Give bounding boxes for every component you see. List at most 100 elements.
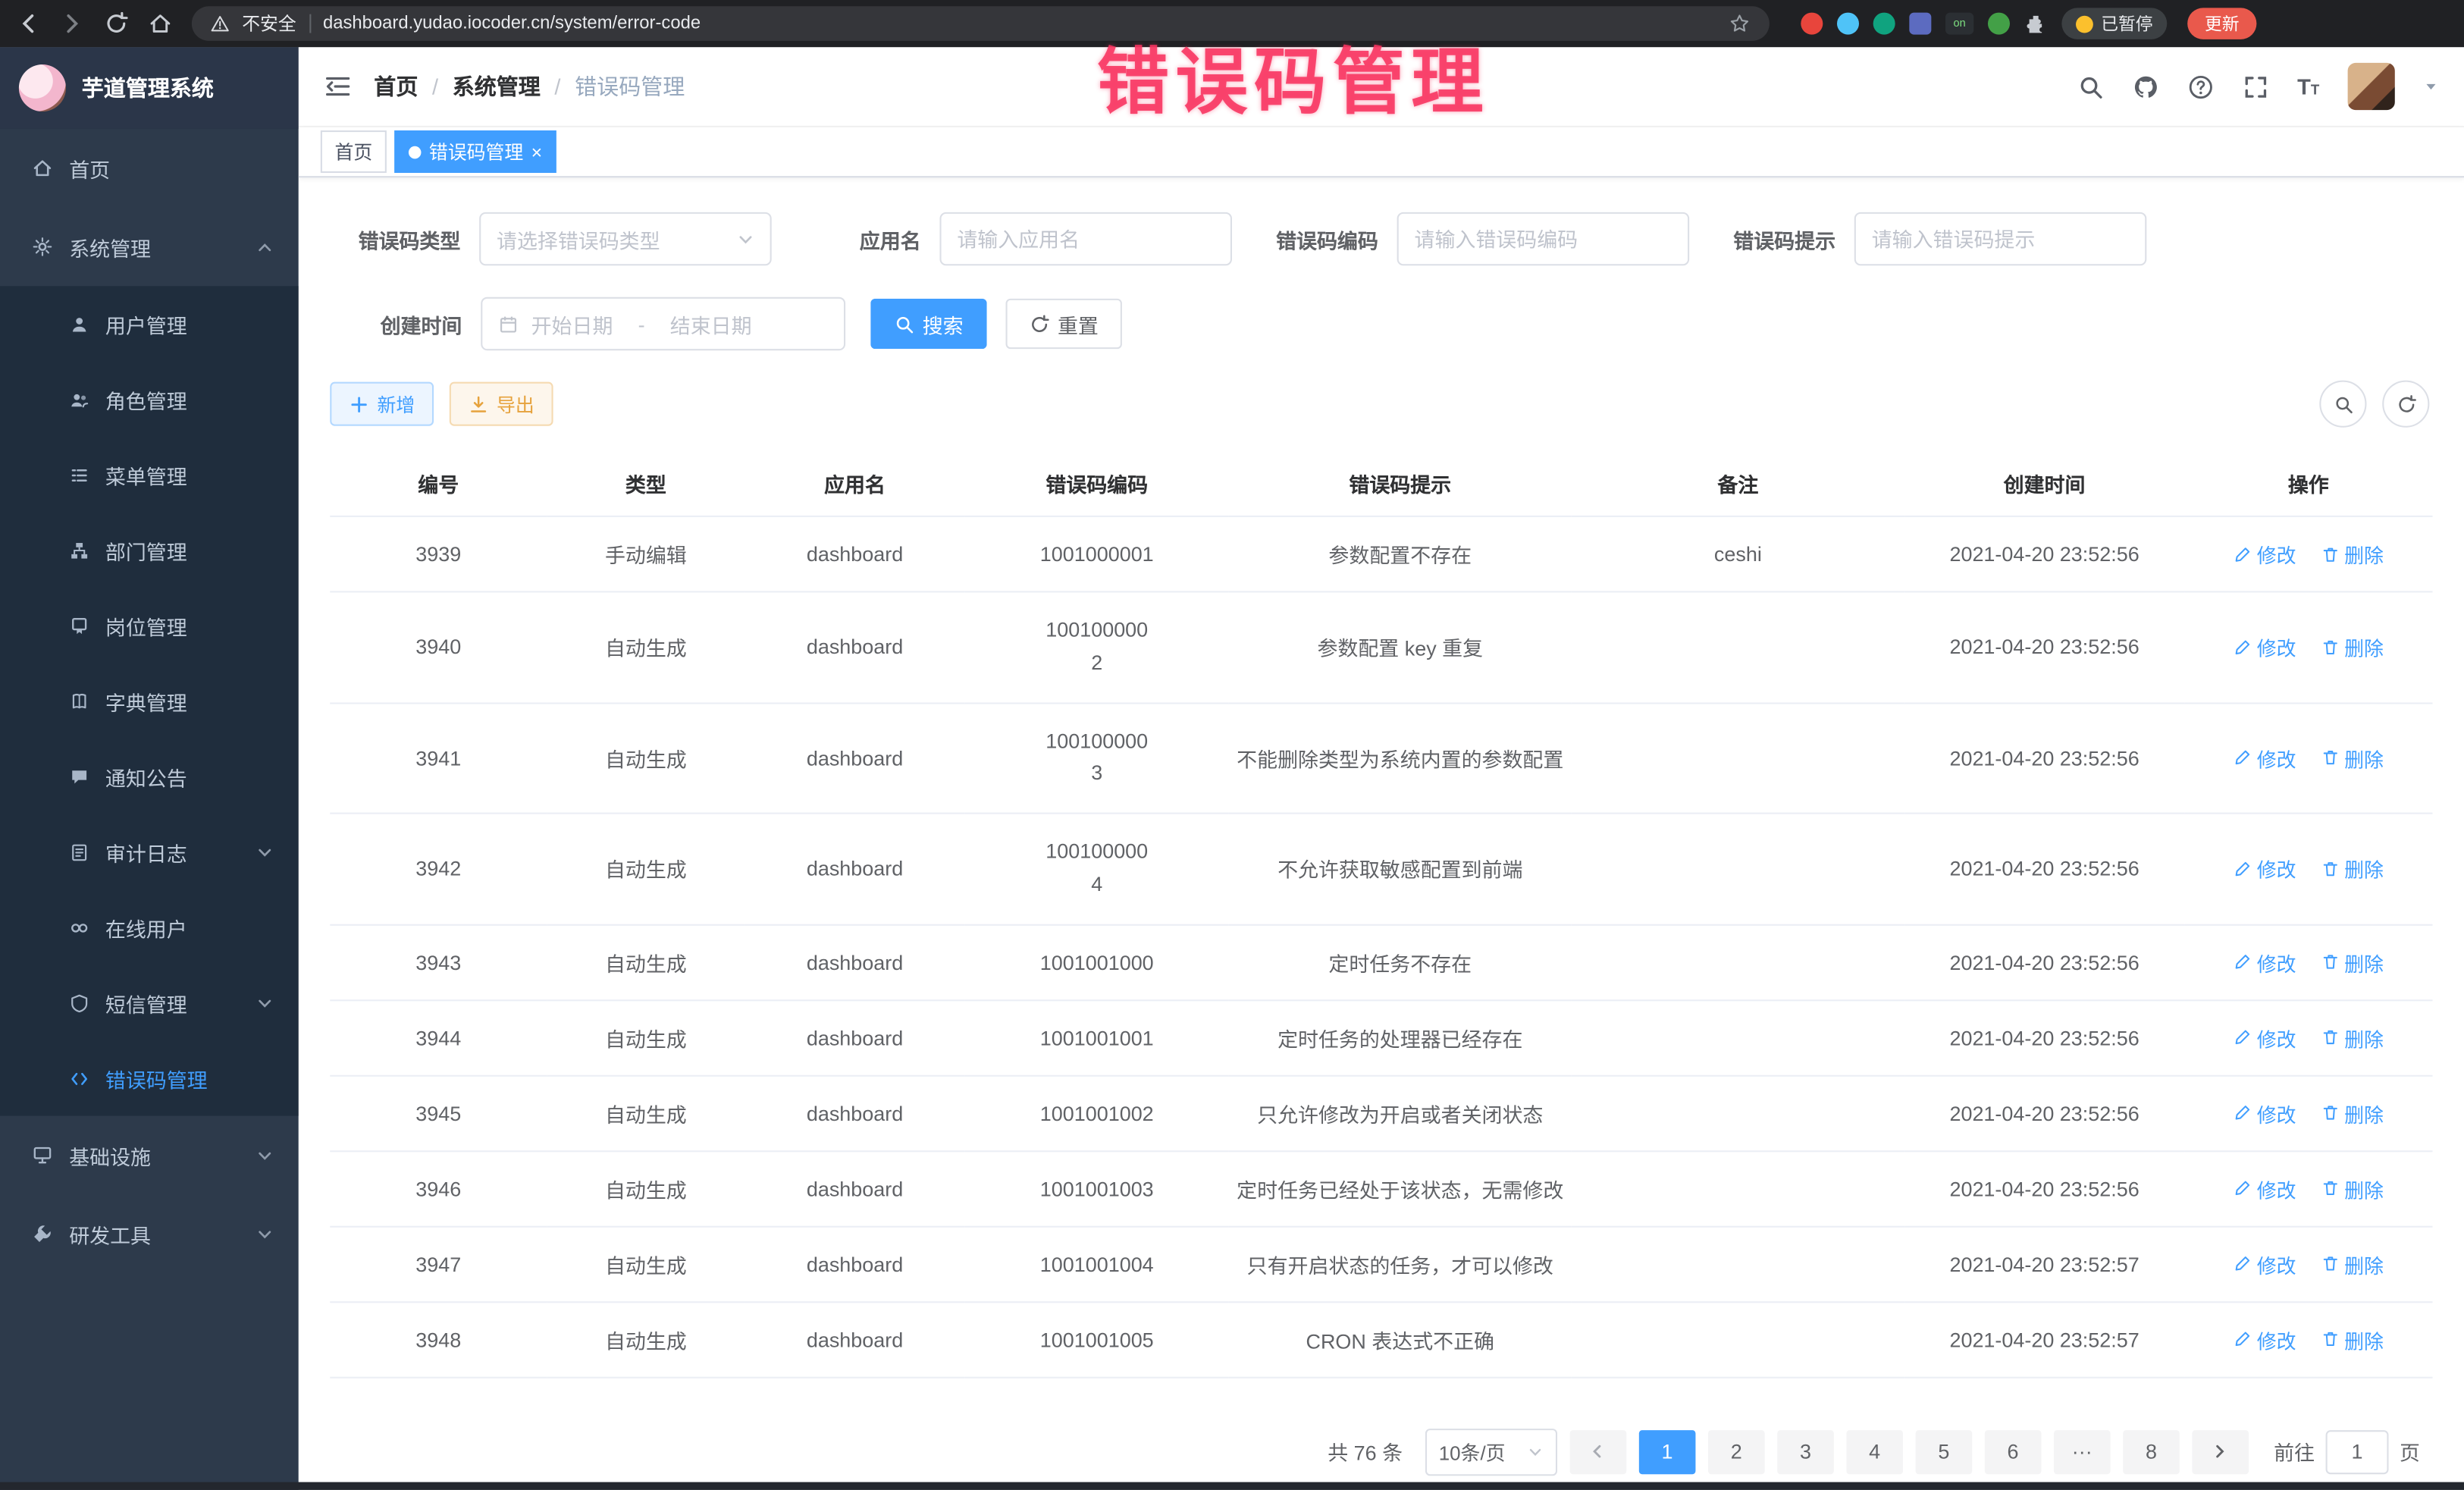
breadcrumb-home[interactable]: 首页 xyxy=(374,71,418,102)
extension-icon-blue[interactable] xyxy=(1837,13,1859,35)
next-page-button[interactable] xyxy=(2192,1430,2249,1474)
tab-error-code[interactable]: 错误码管理 × xyxy=(394,130,556,173)
cell-code: 1001001003 xyxy=(965,1151,1229,1226)
user-avatar[interactable] xyxy=(2348,63,2395,110)
extension-icon-red[interactable] xyxy=(1801,13,1823,35)
delete-button[interactable]: 删除 xyxy=(2321,1098,2384,1128)
toggle-search-button[interactable] xyxy=(2319,381,2366,428)
delete-button[interactable]: 删除 xyxy=(2321,947,2384,977)
cell-id: 3944 xyxy=(330,1000,547,1075)
edit-button[interactable]: 修改 xyxy=(2234,1325,2296,1354)
extensions-puzzle-icon[interactable] xyxy=(2024,12,2048,36)
delete-button[interactable]: 删除 xyxy=(2321,1325,2384,1354)
reset-button[interactable]: 重置 xyxy=(1006,299,1122,349)
sidebar-item-role-mgmt[interactable]: 角色管理 xyxy=(0,362,299,437)
sidebar-item-home[interactable]: 首页 xyxy=(0,129,299,208)
extension-icon-leaf[interactable] xyxy=(1988,13,2010,35)
edit-button[interactable]: 修改 xyxy=(2234,1174,2296,1203)
sidebar-logo[interactable]: 芋道管理系统 xyxy=(0,47,299,129)
avatar-caret-icon[interactable] xyxy=(2423,79,2439,95)
edit-button[interactable]: 修改 xyxy=(2234,539,2296,569)
page-ellipsis[interactable]: ··· xyxy=(2054,1430,2111,1474)
font-size-icon[interactable]: TT xyxy=(2297,75,2319,97)
range-separator: - xyxy=(638,312,645,335)
cell-type: 手动编辑 xyxy=(547,516,745,591)
help-icon[interactable] xyxy=(2187,73,2214,99)
address-bar[interactable]: 不安全 dashboard.yudao.iocoder.cn/system/er… xyxy=(192,6,1770,41)
page-button-2[interactable]: 2 xyxy=(1708,1430,1765,1474)
tab-home[interactable]: 首页 xyxy=(321,130,387,173)
edit-button[interactable]: 修改 xyxy=(2234,1023,2296,1052)
page-button-1[interactable]: 1 xyxy=(1639,1430,1696,1474)
sidebar-item-user-mgmt[interactable]: 用户管理 xyxy=(0,286,299,361)
sidebar-item-dict-mgmt[interactable]: 字典管理 xyxy=(0,663,299,739)
goto-page-input[interactable] xyxy=(2326,1430,2389,1474)
sidebar-item-menu-mgmt[interactable]: 菜单管理 xyxy=(0,437,299,512)
sidebar-item-dept-mgmt[interactable]: 部门管理 xyxy=(0,513,299,588)
sidebar-item-devtools[interactable]: 研发工具 xyxy=(0,1194,299,1273)
table-row: 3945 自动生成 dashboard 1001001002 只允许修改为开启或… xyxy=(330,1075,2432,1150)
cell-code: 1001001002 xyxy=(965,1075,1229,1150)
breadcrumb-system[interactable]: 系统管理 xyxy=(453,71,541,102)
error-type-select[interactable]: 请选择错误码类型 xyxy=(479,212,772,265)
prev-page-button[interactable] xyxy=(1570,1430,1627,1474)
create-time-range-picker[interactable]: 开始日期 - 结束日期 xyxy=(481,297,845,350)
tab-close-icon[interactable]: × xyxy=(531,143,543,162)
delete-button[interactable]: 删除 xyxy=(2321,1249,2384,1278)
page-button-5[interactable]: 5 xyxy=(1916,1430,1973,1474)
page-button-6[interactable]: 6 xyxy=(1985,1430,2042,1474)
bookmark-star-icon[interactable] xyxy=(1729,13,1751,35)
cell-id: 3943 xyxy=(330,924,547,999)
delete-button[interactable]: 删除 xyxy=(2321,1023,2384,1052)
refresh-table-button[interactable] xyxy=(2382,381,2429,428)
delete-button[interactable]: 删除 xyxy=(2321,854,2384,883)
search-button[interactable]: 搜索 xyxy=(870,299,986,349)
edit-button[interactable]: 修改 xyxy=(2234,947,2296,977)
extension-icon-green-check[interactable] xyxy=(1873,13,1895,35)
refresh-icon xyxy=(1030,314,1050,334)
edit-button[interactable]: 修改 xyxy=(2234,1098,2296,1128)
browser-reload-icon[interactable] xyxy=(104,11,129,36)
delete-button[interactable]: 删除 xyxy=(2321,743,2384,773)
export-button[interactable]: 导出 xyxy=(450,382,553,426)
sidebar-item-audit-log[interactable]: 审计日志 xyxy=(0,814,299,889)
browser-home-icon[interactable] xyxy=(148,11,173,36)
col-code: 错误码编码 xyxy=(965,451,1229,516)
browser-update-button[interactable]: 更新 xyxy=(2187,8,2256,39)
page-size-select[interactable]: 10条/页 xyxy=(1425,1429,1557,1476)
table-row: 3944 自动生成 dashboard 1001001001 定时任务的处理器已… xyxy=(330,1000,2432,1075)
browser-back-icon[interactable] xyxy=(16,11,41,36)
error-msg-input[interactable] xyxy=(1854,212,2147,265)
edit-button[interactable]: 修改 xyxy=(2234,743,2296,773)
edit-button[interactable]: 修改 xyxy=(2234,854,2296,883)
cell-code: 1001000002 xyxy=(965,591,1229,702)
delete-button[interactable]: 删除 xyxy=(2321,1174,2384,1203)
sidebar-item-system[interactable]: 系统管理 xyxy=(0,208,299,287)
github-icon[interactable] xyxy=(2133,73,2159,99)
edit-button[interactable]: 修改 xyxy=(2234,632,2296,662)
browser-forward-icon[interactable] xyxy=(60,11,85,36)
cell-type: 自动生成 xyxy=(547,1302,745,1377)
cell-msg: 参数配置不存在 xyxy=(1229,516,1572,591)
sidebar-fold-icon[interactable] xyxy=(324,72,352,100)
sidebar-item-infrastructure[interactable]: 基础设施 xyxy=(0,1116,299,1195)
page-button-3[interactable]: 3 xyxy=(1777,1430,1834,1474)
delete-button[interactable]: 删除 xyxy=(2321,539,2384,569)
edit-button[interactable]: 修改 xyxy=(2234,1249,2296,1278)
sidebar-item-notice[interactable]: 通知公告 xyxy=(0,739,299,814)
sidebar-item-sms-mgmt[interactable]: 短信管理 xyxy=(0,965,299,1040)
extension-icon-stats[interactable] xyxy=(1909,13,1931,35)
page-button-8[interactable]: 8 xyxy=(2123,1430,2180,1474)
page-button-4[interactable]: 4 xyxy=(1846,1430,1903,1474)
error-code-input[interactable] xyxy=(1397,212,1690,265)
fullscreen-icon[interactable] xyxy=(2243,73,2269,99)
header-search-icon[interactable] xyxy=(2077,73,2104,99)
add-button[interactable]: 新增 xyxy=(330,382,434,426)
sidebar-item-error-code-mgmt[interactable]: 错误码管理 xyxy=(0,1040,299,1115)
sidebar-item-post-mgmt[interactable]: 岗位管理 xyxy=(0,588,299,663)
paused-badge[interactable]: 已暂停 xyxy=(2061,8,2167,39)
extension-icon-on-badge[interactable]: on xyxy=(1945,13,1973,35)
app-name-input[interactable] xyxy=(940,212,1233,265)
sidebar-item-online-users[interactable]: 在线用户 xyxy=(0,889,299,965)
delete-button[interactable]: 删除 xyxy=(2321,632,2384,662)
